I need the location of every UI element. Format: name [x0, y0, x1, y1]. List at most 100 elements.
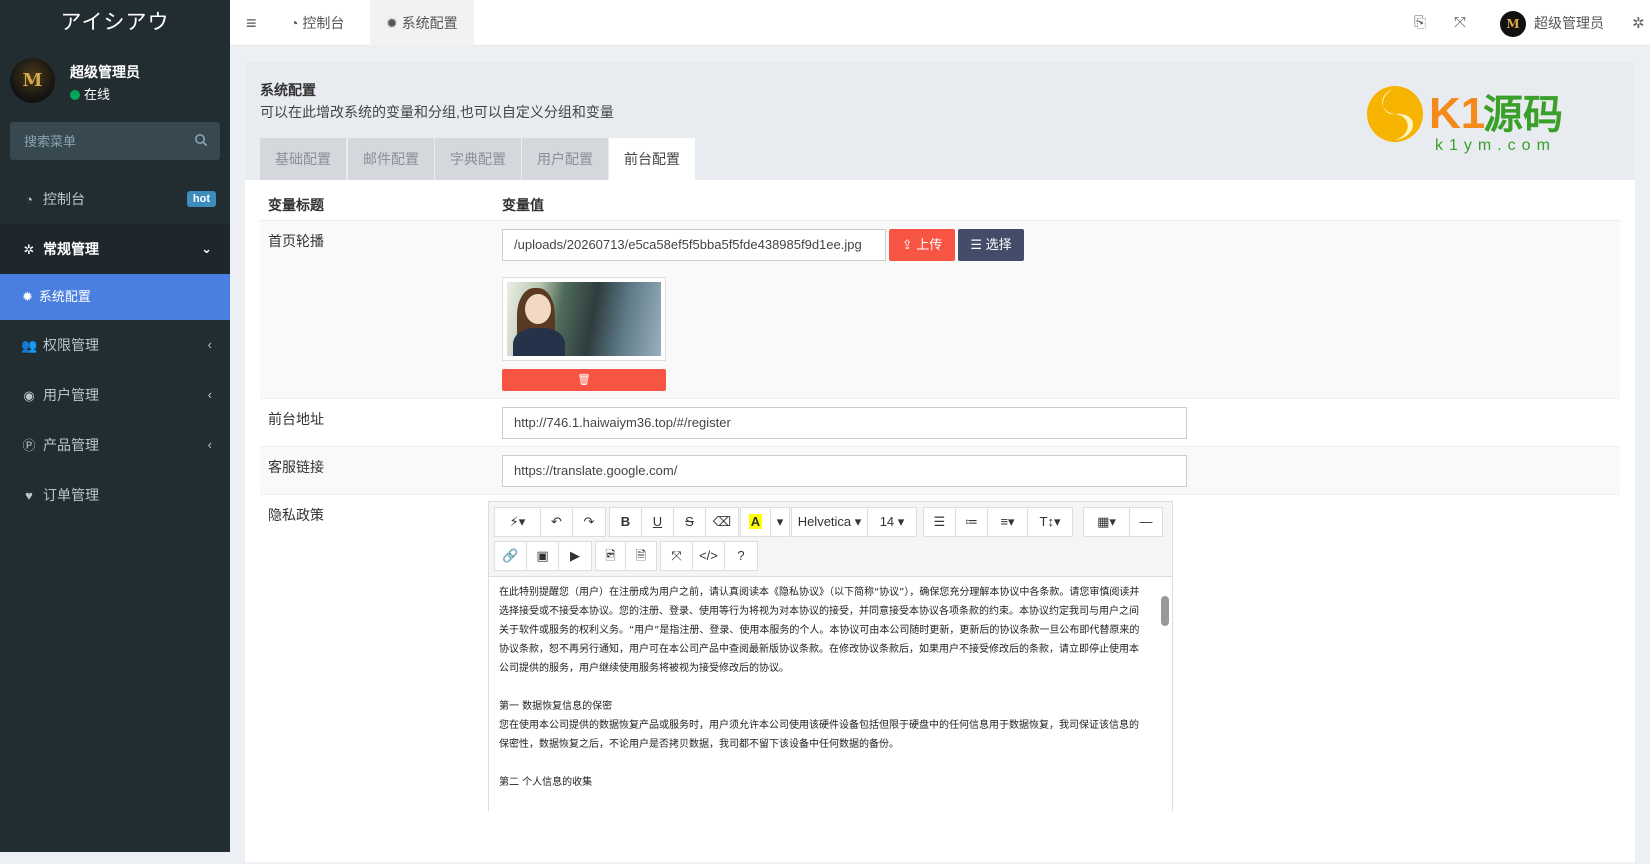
watermark-logo: K1 源码 k1ym.com — [1367, 86, 1563, 154]
tab-system-config[interactable]: ✹ 系统配置 — [370, 0, 474, 46]
delete-image-button[interactable]: 🗑 — [502, 369, 666, 391]
page-description: 可以在此增改系统的变量和分组,也可以自定义分组和变量 — [260, 104, 614, 120]
search-input[interactable] — [10, 122, 220, 160]
toolbar-media-group: 🔗 ▣ ▶ — [494, 541, 592, 571]
fullscreen-icon[interactable]: ⤧ — [661, 542, 693, 570]
sidebar-item-label: 订单管理 — [43, 487, 99, 503]
sidebar-item-permissions[interactable]: 👥 权限管理 ‹ — [0, 320, 230, 370]
sidebar-item-dashboard[interactable]: ◔ 控制台 hot — [0, 174, 230, 224]
page-title: 系统配置 — [260, 82, 316, 98]
choose-button[interactable]: ☰ 选择 — [958, 229, 1024, 261]
toolbar-insert-group: ▦▾ — — [1083, 507, 1163, 537]
toolbar-view-group: ⤧ </> ? — [660, 541, 758, 571]
chevron-left-icon: ‹ — [207, 387, 212, 402]
file-icon[interactable]: 🗎 — [626, 542, 656, 570]
link-icon[interactable]: 🔗 — [495, 542, 527, 570]
font-color-icon[interactable]: A — [741, 508, 771, 536]
editor-content[interactable]: 在此特别提醒您（用户）在注册成为用户之前，请认真阅读本《隐私协议》（以下简称“协… — [489, 576, 1172, 812]
scrollbar-thumb[interactable] — [1161, 596, 1169, 626]
align-icon[interactable]: ≡▾ — [988, 508, 1028, 536]
brand-title[interactable]: アイシアウ — [0, 0, 230, 46]
help-icon[interactable]: ? — [725, 542, 757, 570]
upload-button[interactable]: ⇪ 上传 — [889, 229, 955, 261]
chevron-left-icon: ‹ — [207, 337, 212, 352]
cogs-icon: ✲ — [23, 242, 35, 257]
settings-icon[interactable]: ✲ — [1632, 14, 1645, 32]
redo-icon[interactable]: ↷ — [573, 508, 605, 536]
online-dot-icon — [70, 90, 80, 100]
users-icon: 👥 — [21, 338, 38, 353]
picture-file-icon[interactable]: 🖻 — [596, 542, 626, 570]
chevron-down-icon: ⌄ — [201, 241, 212, 256]
sidebar-item-system-config[interactable]: ✹ 系统配置 — [0, 274, 230, 320]
upload-label: 上传 — [916, 237, 943, 252]
banner-thumbnail[interactable] — [502, 277, 666, 361]
user-status: 在线 — [70, 84, 110, 103]
unordered-list-icon[interactable]: ☰ — [924, 508, 956, 536]
toolbar-file-group: 🖻 🗎 — [595, 541, 657, 571]
banner-path-input[interactable]: /uploads/20260713/e5ca58ef5f5bba5f5fde43… — [502, 229, 886, 261]
undo-icon[interactable]: ↶ — [541, 508, 573, 536]
eraser-icon[interactable]: ⌫ — [706, 508, 738, 536]
font-family-label: Helvetica — [797, 514, 852, 529]
image-face — [525, 294, 551, 324]
font-family-select[interactable]: Helvetica ▾ — [792, 508, 868, 536]
avatar: M — [10, 58, 55, 103]
tab-label: 系统配置 — [401, 15, 458, 31]
hot-badge: hot — [186, 191, 216, 207]
col-value-header: 变量值 — [502, 197, 544, 213]
tab-dictionary[interactable]: 字典配置 — [435, 138, 521, 180]
sidebar-item-label: 产品管理 — [43, 437, 99, 453]
user-circle-icon: ◉ — [23, 388, 35, 403]
line-height-icon[interactable]: T↕▾ — [1028, 508, 1072, 536]
horizontal-rule-icon[interactable]: — — [1130, 508, 1162, 536]
editor-scrollbar[interactable] — [1160, 580, 1170, 810]
tab-dashboard[interactable]: ◔ 控制台 — [274, 0, 360, 46]
ordered-list-icon[interactable]: ≔ — [956, 508, 988, 536]
sidebar-menu: ◔ 控制台 hot ✲ 常规管理 ⌄ ✹ 系统配置 👥 权限管理 ‹ ◉ 用户管理 ‹ Ⓟ… — [0, 174, 230, 520]
menu-toggle-icon[interactable]: ≡ — [246, 13, 257, 34]
translate-icon[interactable]: ⎘ — [1414, 14, 1426, 31]
video-icon[interactable]: ▶ — [559, 542, 591, 570]
sidebar-item-users[interactable]: ◉ 用户管理 ‹ — [0, 370, 230, 420]
font-size-label: 14 — [879, 514, 895, 529]
image-icon[interactable]: ▣ — [527, 542, 559, 570]
sidebar-item-products[interactable]: Ⓟ 产品管理 ‹ — [0, 420, 230, 470]
svg-text:源码: 源码 — [1483, 92, 1563, 138]
sidebar-item-orders[interactable]: ♥ 订单管理 — [0, 470, 230, 520]
tab-user[interactable]: 用户配置 — [522, 138, 608, 180]
editor-spacer — [499, 678, 1146, 697]
upload-icon: ⇪ — [901, 237, 917, 252]
bold-icon[interactable]: B — [610, 508, 642, 536]
user-panel: M 超级管理员 在线 — [0, 46, 230, 114]
tab-mail[interactable]: 邮件配置 — [348, 138, 434, 180]
search-icon[interactable] — [194, 133, 208, 147]
service-url-input[interactable]: https://translate.google.com/ — [502, 455, 1187, 487]
tab-label: 控制台 — [302, 15, 345, 31]
magic-style-icon[interactable]: ⚡▾ — [495, 508, 541, 536]
sidebar-item-label: 常规管理 — [43, 241, 99, 257]
frontend-url-input[interactable]: http://746.1.haiwaiym36.top/#/register — [502, 407, 1187, 439]
code-view-icon[interactable]: </> — [693, 542, 725, 570]
underline-icon[interactable]: U — [642, 508, 674, 536]
row-label: 隐私政策 — [268, 507, 324, 523]
table-icon[interactable]: ▦▾ — [1084, 508, 1130, 536]
list-icon: ☰ — [970, 237, 986, 252]
avatar: M — [1500, 11, 1526, 38]
tab-frontend[interactable]: 前台配置 — [609, 138, 695, 180]
editor-paragraph: 在此特别提醒您（用户）在注册成为用户之前，请认真阅读本《隐私协议》（以下简称“协… — [499, 587, 1140, 674]
sidebar-item-label: 权限管理 — [43, 337, 99, 353]
dashboard-icon: ◔ — [25, 192, 33, 207]
fullscreen-icon[interactable]: ⤧ — [1454, 14, 1466, 31]
toolbar-color-group: A ▾ — [740, 507, 790, 537]
font-size-select[interactable]: 14 ▾ — [868, 508, 916, 536]
chevron-down-icon[interactable]: ▾ — [771, 508, 789, 536]
sidebar-item-general[interactable]: ✲ 常规管理 ⌄ — [0, 224, 230, 274]
strikethrough-icon[interactable]: S — [674, 508, 706, 536]
admin-menu[interactable]: M 超级管理员 — [1500, 0, 1604, 46]
table-row-banner: 首页轮播 /uploads/20260713/e5ca58ef5f5bba5f5… — [260, 220, 1620, 398]
toolbar-para-group: ☰ ≔ ≡▾ T↕▾ — [923, 507, 1073, 537]
user-name: 超级管理员 — [70, 64, 140, 80]
tab-basic[interactable]: 基础配置 — [260, 138, 346, 180]
user-status-label: 在线 — [84, 87, 111, 102]
